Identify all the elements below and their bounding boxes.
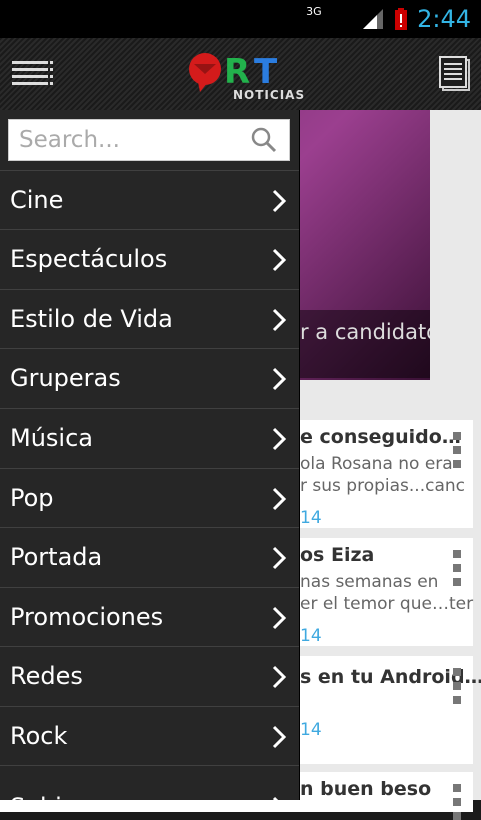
news-card-count: 14 <box>300 720 322 740</box>
status-time: 2:44 <box>417 5 471 33</box>
chevron-right-icon <box>272 367 287 391</box>
news-card-desc-line2: r sus propias...canc <box>300 476 465 496</box>
search-input[interactable]: Search... <box>19 120 120 160</box>
news-card-count: 14 <box>300 626 322 646</box>
drawer-item-label: Rock <box>10 722 68 750</box>
drawer-item-sabias-que[interactable]: Sabias que <box>0 765 299 800</box>
drawer-item-label: Pop <box>10 484 54 512</box>
navigation-drawer: Search... Cine Espectáculos Estilo de Vi… <box>0 110 300 800</box>
news-card-desc-line2: er el temor que…ter <box>300 594 474 614</box>
network-type-label: 3G <box>306 5 322 18</box>
drawer-item-label: Música <box>10 424 93 452</box>
news-card-desc-line1: nas semanas en <box>300 572 439 592</box>
svg-text:T: T <box>254 52 278 92</box>
news-card-title: e conseguido… <box>300 426 461 448</box>
news-card-desc-line1: ola Rosana no era <box>300 454 453 474</box>
drawer-item-musica[interactable]: Música <box>0 408 299 467</box>
drawer-item-promociones[interactable]: Promociones <box>0 587 299 646</box>
drawer-item-gruperas[interactable]: Gruperas <box>0 348 299 407</box>
chevron-right-icon <box>272 796 279 800</box>
drawer-item-label: Promociones <box>10 603 164 631</box>
status-bar: 3G 2:44 <box>0 0 481 38</box>
chevron-right-icon <box>272 546 287 570</box>
drawer-item-estilo-de-vida[interactable]: Estilo de Vida <box>0 289 299 348</box>
chevron-right-icon <box>272 665 287 689</box>
news-card-count: 14 <box>300 508 322 528</box>
chevron-right-icon <box>272 725 287 749</box>
signal-strength-icon <box>363 9 384 29</box>
battery-low-icon <box>395 8 408 30</box>
news-card-overflow-icon[interactable] <box>453 432 461 468</box>
drawer-item-cine[interactable]: Cine <box>0 170 299 229</box>
chevron-right-icon <box>272 427 287 451</box>
chevron-right-icon <box>272 189 287 213</box>
chevron-right-icon <box>272 606 287 630</box>
drawer-item-redes[interactable]: Redes <box>0 646 299 705</box>
news-card-title: os Eiza <box>300 544 375 566</box>
drawer-toggle-icon[interactable] <box>12 60 54 90</box>
drawer-item-label: Portada <box>10 543 103 571</box>
chevron-right-icon <box>272 487 287 511</box>
drawer-item-label: Cine <box>10 186 64 214</box>
chevron-right-icon <box>272 308 287 332</box>
search-icon[interactable] <box>251 127 277 153</box>
drawer-item-pop[interactable]: Pop <box>0 468 299 527</box>
svg-text:R: R <box>224 52 250 92</box>
news-card-title: n buen beso <box>300 778 432 800</box>
search-box[interactable]: Search... <box>8 119 290 161</box>
chevron-right-icon <box>272 248 287 272</box>
news-card-overflow-icon[interactable] <box>453 550 461 586</box>
news-card-overflow-icon[interactable] <box>453 784 461 820</box>
status-icons: 3G 2:44 <box>306 4 471 34</box>
drawer-item-portada[interactable]: Portada <box>0 527 299 586</box>
action-bar: R T NOTICIAS <box>0 38 481 111</box>
drawer-item-label: Redes <box>10 662 83 690</box>
drawer-item-label: Gruperas <box>10 364 121 392</box>
drawer-item-espectaculos[interactable]: Espectáculos <box>0 229 299 288</box>
drawer-item-label: Sabias que <box>10 778 142 800</box>
news-card-overflow-icon[interactable] <box>453 668 461 704</box>
drawer-item-label: Estilo de Vida <box>10 305 173 333</box>
article-list-icon[interactable] <box>439 56 471 92</box>
drawer-item-rock[interactable]: Rock <box>0 706 299 765</box>
drawer-item-label: Espectáculos <box>10 245 168 273</box>
app-logo-subtitle: NOTICIAS <box>233 88 306 102</box>
